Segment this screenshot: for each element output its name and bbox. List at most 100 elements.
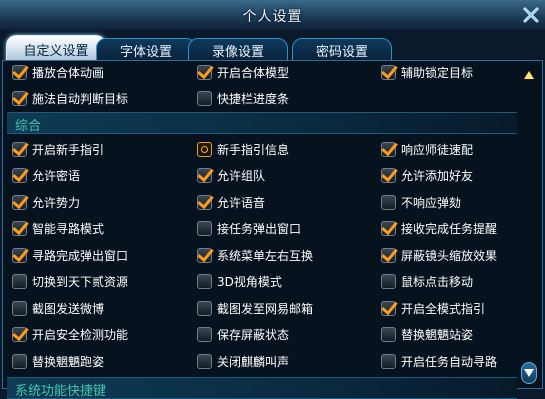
option-item[interactable]: 辅助锁定目标 (381, 62, 473, 82)
option-item[interactable]: 开启合体模型 (197, 62, 289, 82)
option-label: 鼠标点击移动 (401, 275, 474, 289)
option-item[interactable]: 允许语音 (197, 192, 265, 212)
checkbox[interactable] (197, 221, 212, 236)
option-label: 允许密语 (32, 169, 81, 183)
option-item[interactable]: 不响应弹劾 (381, 192, 461, 212)
checkbox[interactable] (12, 141, 27, 157)
option-item[interactable]: 允许添加好友 (381, 166, 473, 186)
window-title: 个人设置 (242, 9, 303, 25)
option-label: 开启全模式指引 (401, 301, 486, 316)
option-item[interactable]: 允许密语 (12, 166, 80, 186)
option-row: 播放合体动画 开启合体模型 辅助锁定目标 (7, 61, 517, 83)
checkbox[interactable] (197, 168, 212, 183)
option-item[interactable]: 系统菜单左右互换 (197, 245, 313, 265)
option-label: 允许组队 (217, 169, 266, 183)
checkbox[interactable] (12, 327, 27, 342)
option-label: 替换魍魉跑姿 (32, 354, 105, 369)
option-item[interactable]: 接收完成任务提醒 (381, 219, 497, 239)
option-row: 替换魍魉跑姿 关闭麒麟叫声 开启任务自动寻路 (7, 350, 517, 372)
checkbox[interactable] (381, 194, 396, 210)
option-row: 开启新手指引 新手指引信息 响应师徒速配 (7, 138, 517, 160)
option-label: 智能寻路模式 (32, 222, 105, 236)
arrow-up-icon (524, 71, 534, 79)
option-item[interactable]: 截图发送微博 (12, 298, 104, 318)
option-item[interactable]: 屏蔽镜头缩放效果 (381, 245, 497, 265)
checkbox[interactable] (12, 168, 27, 183)
option-item[interactable]: 替换魍魉跑姿 (12, 351, 104, 371)
option-item[interactable]: 截图发至网易邮箱 (197, 298, 313, 318)
checkbox[interactable] (12, 64, 27, 80)
checkbox[interactable] (197, 353, 212, 369)
option-item[interactable]: 开启安全检测功能 (12, 325, 128, 345)
checkbox[interactable] (12, 194, 27, 210)
close-x-icon (523, 7, 539, 23)
scrollbar[interactable] (520, 64, 538, 386)
checkbox[interactable] (197, 327, 212, 342)
checkbox[interactable] (381, 353, 396, 369)
tab-2[interactable]: 字体设置 (96, 38, 196, 62)
option-item[interactable]: 切换到天下贰资源 (12, 272, 128, 292)
option-item[interactable]: 施法自动判断目标 (12, 89, 128, 109)
checkbox[interactable] (381, 64, 396, 80)
checkbox[interactable] (381, 300, 396, 316)
option-label: 替换魍魉站姿 (401, 328, 474, 342)
checkbox[interactable] (12, 300, 27, 316)
tab-1[interactable]: 自定义设置 (6, 35, 106, 62)
checkbox[interactable] (12, 247, 27, 263)
option-item[interactable]: 开启全模式指引 (381, 298, 485, 318)
option-item[interactable]: 快捷栏进度条 (197, 89, 289, 109)
option-item[interactable]: 关闭麒麟叫声 (197, 351, 289, 371)
close-button[interactable] (519, 3, 543, 27)
option-item[interactable]: 鼠标点击移动 (381, 272, 473, 292)
option-item[interactable]: 接任务弹出窗口 (197, 219, 301, 239)
option-item[interactable]: 开启新手指引 (12, 139, 104, 159)
option-item[interactable]: 开启任务自动寻路 (381, 351, 497, 371)
checkbox[interactable] (197, 64, 212, 80)
option-label: 施法自动判断目标 (32, 92, 129, 106)
tab-4[interactable]: 密码设置 (292, 38, 392, 62)
checkbox[interactable] (12, 274, 27, 289)
option-item[interactable]: 3D视角模式 (197, 272, 282, 292)
option-row: 允许密语 允许组队 允许添加好友 (7, 165, 517, 187)
option-item[interactable]: 寻路完成弹出窗口 (12, 245, 128, 265)
checkbox[interactable] (12, 221, 27, 236)
option-item[interactable]: 允许势力 (12, 192, 80, 212)
settings-panel: 播放合体动画 开启合体模型 辅助锁定目标 施法自动判断目标 快捷栏进度条 综合 开启新手指引… (2, 60, 543, 399)
tab-3[interactable]: 录像设置 (188, 38, 288, 62)
option-label: 不响应弹劾 (401, 195, 462, 210)
option-label: 允许添加好友 (401, 169, 474, 183)
option-item[interactable]: 替换魍魉站姿 (381, 325, 473, 345)
checkbox[interactable] (197, 91, 212, 106)
checkbox[interactable] (12, 353, 27, 369)
option-label: 接收完成任务提醒 (401, 222, 498, 236)
checkbox[interactable] (197, 194, 212, 210)
checkbox[interactable] (381, 168, 396, 183)
scroll-down-button[interactable] (521, 362, 537, 384)
option-label: 开启合体模型 (217, 65, 290, 80)
option-item[interactable]: 响应师徒速配 (381, 139, 473, 159)
checkbox[interactable] (381, 141, 396, 157)
checkbox[interactable] (197, 300, 212, 316)
option-row: 切换到天下贰资源 3D视角模式 鼠标点击移动 (7, 271, 517, 293)
option-item[interactable]: 保存屏蔽状态 (197, 325, 289, 345)
checkbox[interactable] (381, 247, 396, 263)
option-item[interactable]: 新手指引信息 (197, 139, 289, 159)
checkbox[interactable] (197, 274, 212, 289)
option-label: 截图发送微博 (32, 301, 105, 316)
option-label: 3D视角模式 (217, 275, 282, 289)
checkbox[interactable] (381, 221, 396, 236)
option-item[interactable]: 智能寻路模式 (12, 219, 104, 239)
option-label: 快捷栏进度条 (217, 92, 290, 106)
option-label: 开启任务自动寻路 (401, 354, 498, 369)
checkbox[interactable] (381, 274, 396, 289)
checkbox[interactable] (12, 91, 27, 106)
option-item[interactable]: 播放合体动画 (12, 62, 104, 82)
checkbox[interactable] (197, 247, 212, 263)
option-item[interactable]: 允许组队 (197, 166, 265, 186)
arrow-down-icon (524, 369, 534, 377)
info-icon[interactable] (197, 141, 212, 157)
checkbox[interactable] (381, 327, 396, 342)
scroll-up-button[interactable] (522, 68, 536, 82)
option-label: 允许势力 (32, 195, 81, 210)
settings-tabs: 自定义设置 字体设置 录像设置 密码设置 (0, 34, 545, 62)
